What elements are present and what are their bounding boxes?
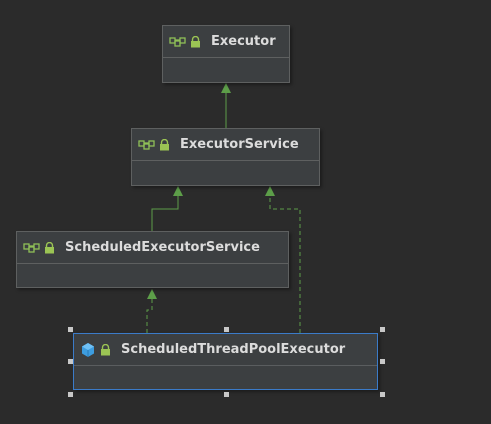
node-title: ScheduledExecutorService [65,240,260,255]
node-title: ExecutorService [180,137,299,152]
resize-handle-middle-right[interactable] [380,359,385,364]
node-members [74,366,377,389]
node-header: ScheduledExecutorService [17,232,288,264]
node-scheduled-executor-service[interactable]: ScheduledExecutorService [16,231,289,288]
node-title: Executor [211,34,276,49]
interface-icon [138,139,155,150]
resize-handle-bottom-left[interactable] [68,392,73,397]
node-header: ScheduledThreadPoolExecutor [74,334,377,366]
resize-handle-bottom-center[interactable] [224,392,229,397]
node-title: ScheduledThreadPoolExecutor [121,342,346,357]
node-members [132,161,319,185]
resize-handle-top-center[interactable] [224,327,229,332]
edge-executorservice-to-executor [221,83,231,128]
interface-icon [169,36,186,47]
edge-stpe-to-scheduledexecutorservice [146,289,157,333]
lock-icon [191,35,200,47]
resize-handle-middle-left[interactable] [68,359,73,364]
node-header: ExecutorService [132,129,319,161]
lock-icon [160,138,169,150]
resize-handle-top-left[interactable] [68,327,73,332]
node-header: Executor [163,26,289,58]
node-members [17,264,288,287]
resize-handle-top-right[interactable] [380,327,385,332]
lock-icon [101,343,110,355]
diagram-canvas[interactable]: Executor ExecutorService ScheduledExecut… [0,0,491,424]
node-executor[interactable]: Executor [162,25,290,83]
class-icon [82,342,94,357]
resize-handle-bottom-right[interactable] [380,392,385,397]
node-scheduled-thread-pool-executor[interactable]: ScheduledThreadPoolExecutor [73,333,378,390]
node-members [163,58,289,82]
interface-icon [23,242,40,253]
node-executor-service[interactable]: ExecutorService [131,128,320,186]
edge-scheduledexecutorservice-to-executorservice [151,186,183,231]
lock-icon [45,241,54,253]
